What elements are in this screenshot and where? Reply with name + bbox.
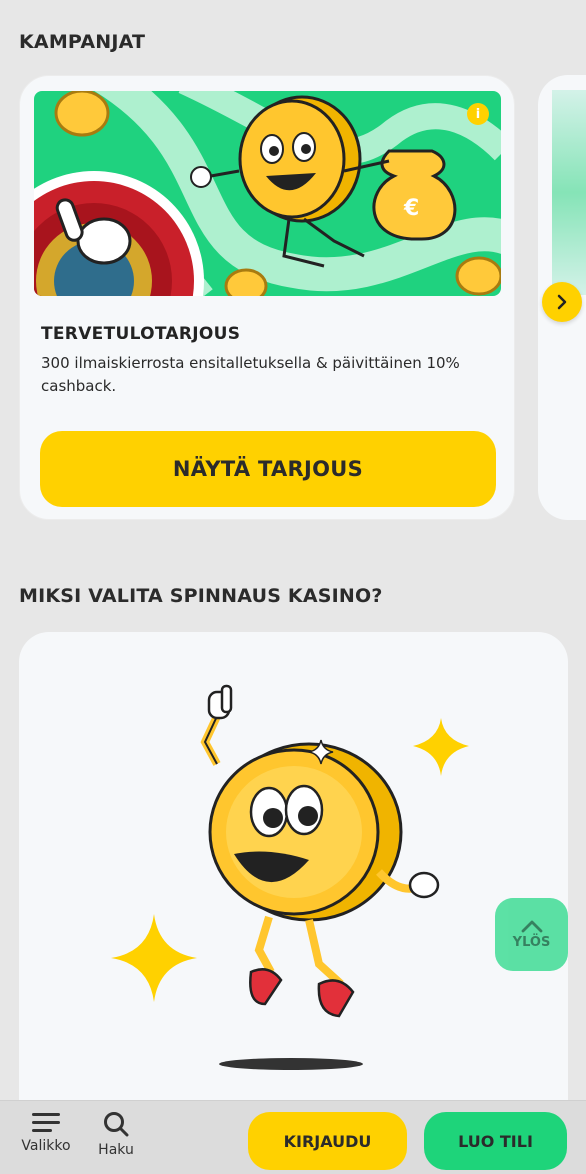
menu-label: Valikko	[21, 1138, 71, 1154]
info-icon[interactable]: i	[467, 103, 489, 125]
why-section-title: MIKSI VALITA SPINNAUS KASINO?	[19, 585, 383, 607]
login-button[interactable]: KIRJAUDU	[248, 1112, 407, 1170]
scroll-to-top-label: YLÖS	[512, 935, 551, 950]
campaigns-section-title: KAMPANJAT	[19, 31, 146, 53]
hamburger-icon	[32, 1113, 60, 1132]
promo-title: TERVETULOTARJOUS	[41, 324, 241, 344]
promo-description: 300 ilmaiskierrosta ensitalletuksella & …	[41, 354, 460, 395]
carousel-next-button[interactable]	[542, 282, 582, 322]
info-symbol: i	[475, 106, 481, 122]
why-card	[19, 632, 568, 1174]
show-offer-button[interactable]: NÄYTÄ TARJOUS	[40, 431, 496, 507]
mascot-illustration	[111, 684, 469, 1070]
menu-nav-item[interactable]: Valikko	[18, 1111, 74, 1154]
promo-card[interactable]: € i TERVETULOTARJOUS 300 ilmaiskierrosta…	[19, 75, 515, 520]
bottom-nav-bar: Valikko Haku KIRJAUDU LUO TILI	[0, 1100, 586, 1174]
promo-banner-image: € i	[34, 91, 501, 296]
search-nav-item[interactable]: Haku	[95, 1111, 137, 1158]
scroll-to-top-button[interactable]: YLÖS	[495, 898, 568, 971]
register-button[interactable]: LUO TILI	[424, 1112, 567, 1170]
svg-text:€: €	[403, 196, 419, 221]
search-label: Haku	[98, 1142, 134, 1158]
chevron-up-icon	[521, 920, 542, 933]
search-icon	[104, 1112, 129, 1137]
chevron-right-icon	[557, 294, 567, 310]
